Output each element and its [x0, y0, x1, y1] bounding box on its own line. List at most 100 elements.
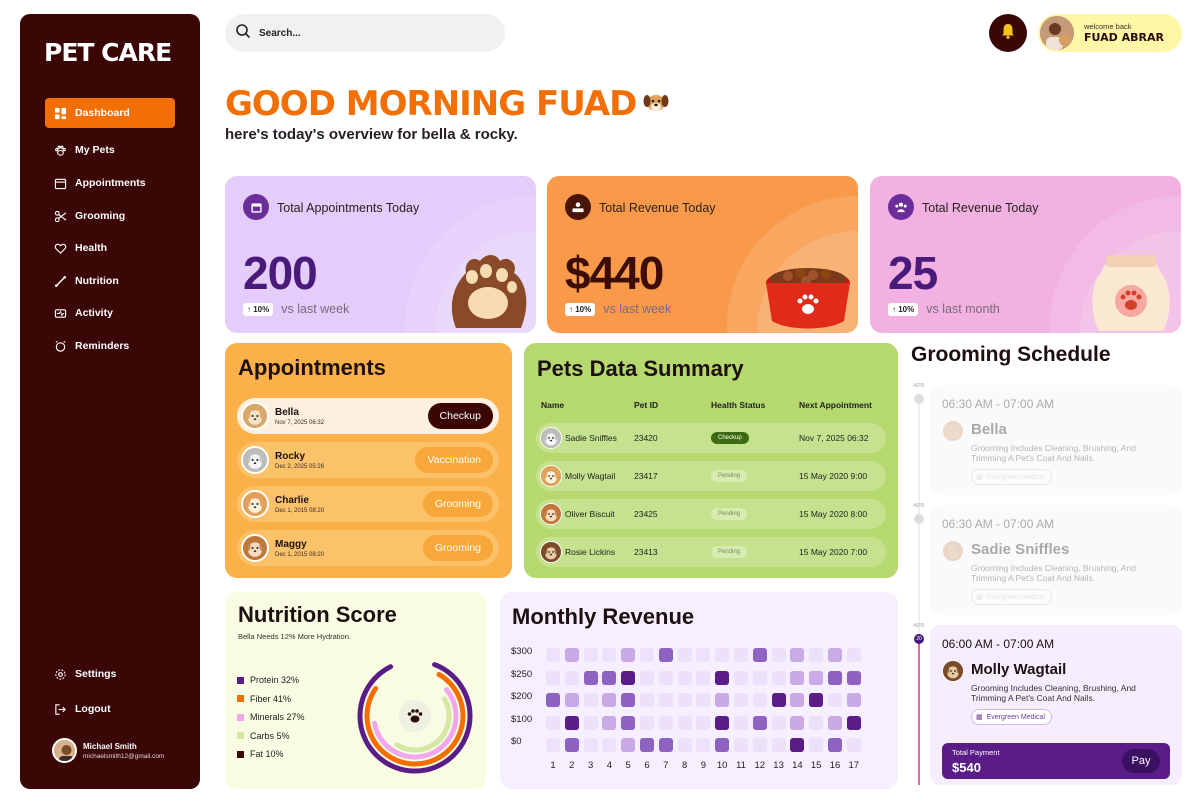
heatmap-cell[interactable] — [715, 648, 730, 662]
heatmap-cell[interactable] — [546, 715, 560, 730]
heatmap-cell[interactable] — [752, 670, 767, 685]
sidebar-item-settings[interactable]: Settings — [45, 659, 175, 689]
heatmap-cell[interactable] — [846, 648, 861, 662]
heatmap-cell[interactable] — [771, 648, 786, 662]
notification-button[interactable] — [989, 14, 1027, 52]
search-bar[interactable] — [225, 14, 505, 52]
heatmap-cell[interactable] — [583, 670, 598, 685]
heatmap-cell[interactable] — [734, 648, 748, 662]
table-row[interactable]: Oliver Biscuit 23425 Pending 15 May 2020 8:… — [536, 499, 886, 529]
heatmap-cell[interactable] — [771, 738, 786, 752]
heatmap-cell[interactable] — [564, 648, 579, 662]
heatmap-cell[interactable] — [583, 715, 598, 730]
heatmap-cell[interactable] — [771, 715, 786, 730]
table-row[interactable]: Molly Wagtail 23417 Pending 15 May 2020 9:0… — [536, 461, 886, 491]
heatmap-cell[interactable] — [771, 670, 786, 685]
heatmap-cell[interactable] — [715, 670, 730, 685]
heatmap-cell[interactable] — [583, 693, 598, 707]
sidebar-item-health[interactable]: Health — [45, 233, 175, 263]
heatmap-cell[interactable] — [846, 715, 861, 730]
heatmap-cell[interactable] — [771, 693, 786, 707]
heatmap-cell[interactable] — [658, 738, 673, 752]
heatmap-cell[interactable] — [809, 648, 824, 662]
appointment-row[interactable]: Bella Nov 7, 2025 06:32 Checkup — [237, 398, 499, 434]
heatmap-cell[interactable] — [677, 670, 692, 685]
heatmap-cell[interactable] — [640, 738, 654, 752]
heatmap-cell[interactable] — [734, 670, 748, 685]
heatmap-cell[interactable] — [752, 648, 767, 662]
user-card[interactable]: Michael Smith michaelsmith12@gmail.com — [52, 738, 164, 763]
heatmap-cell[interactable] — [790, 738, 805, 752]
heatmap-cell[interactable] — [621, 648, 636, 662]
heatmap-cell[interactable] — [696, 670, 711, 685]
heatmap-cell[interactable] — [640, 670, 654, 685]
heatmap-cell[interactable] — [546, 693, 560, 707]
heatmap-cell[interactable] — [677, 715, 692, 730]
heatmap-cell[interactable] — [734, 738, 748, 752]
heatmap-cell[interactable] — [828, 648, 842, 662]
heatmap-cell[interactable] — [696, 693, 711, 707]
heatmap-cell[interactable] — [734, 715, 748, 730]
heatmap-cell[interactable] — [696, 715, 711, 730]
heatmap-cell[interactable] — [583, 738, 598, 752]
sidebar-item-grooming[interactable]: Grooming — [45, 201, 175, 231]
appointment-row[interactable]: Rocky Dec 2, 2025 05:26 Vaccination — [237, 442, 499, 478]
heatmap-cell[interactable] — [602, 670, 617, 685]
sidebar-item-activity[interactable]: Activity — [45, 298, 175, 328]
heatmap-cell[interactable] — [658, 715, 673, 730]
heatmap-cell[interactable] — [752, 693, 767, 707]
heatmap-cell[interactable] — [715, 693, 730, 707]
heatmap-cell[interactable] — [846, 693, 861, 707]
heatmap-cell[interactable] — [621, 738, 636, 752]
heatmap-cell[interactable] — [602, 715, 617, 730]
heatmap-cell[interactable] — [790, 648, 805, 662]
heatmap-cell[interactable] — [696, 648, 711, 662]
heatmap-cell[interactable] — [790, 715, 805, 730]
heatmap-cell[interactable] — [658, 693, 673, 707]
appointment-tag-button[interactable]: Vaccination — [415, 447, 493, 473]
sidebar-item-nutrition[interactable]: Nutrition — [45, 266, 175, 296]
heatmap-cell[interactable] — [846, 670, 861, 685]
appointment-tag-button[interactable]: Checkup — [427, 403, 493, 429]
heatmap-cell[interactable] — [696, 738, 711, 752]
heatmap-cell[interactable] — [715, 715, 730, 730]
heatmap-cell[interactable] — [846, 738, 861, 752]
heatmap-cell[interactable] — [828, 670, 842, 685]
heatmap-cell[interactable] — [790, 670, 805, 685]
table-row[interactable]: Sadie Sniffles 23420 Checkup Nov 7, 2025 06… — [536, 423, 886, 453]
grooming-card[interactable]: 06:00 AM - 07:00 AM Molly Wagtail Grooming… — [930, 625, 1182, 785]
heatmap-cell[interactable] — [828, 715, 842, 730]
table-row[interactable]: Rosie Lickins 23413 Pending 15 May 2020 7:0… — [536, 537, 886, 567]
heatmap-cell[interactable] — [564, 693, 579, 707]
heatmap-cell[interactable] — [828, 738, 842, 752]
heatmap-cell[interactable] — [752, 715, 767, 730]
heatmap-cell[interactable] — [621, 715, 636, 730]
heatmap-cell[interactable] — [790, 693, 805, 707]
heatmap-cell[interactable] — [658, 670, 673, 685]
heatmap-cell[interactable] — [564, 670, 579, 685]
heatmap-cell[interactable] — [809, 715, 824, 730]
heatmap-cell[interactable] — [658, 648, 673, 662]
pay-button[interactable]: Pay — [1122, 749, 1160, 773]
heatmap-cell[interactable] — [602, 738, 617, 752]
heatmap-cell[interactable] — [621, 670, 636, 685]
profile-chip[interactable]: welcome back FUAD ABRAR — [1038, 14, 1182, 52]
heatmap-cell[interactable] — [621, 693, 636, 707]
sidebar-item-logout[interactable]: Logout — [45, 694, 175, 724]
heatmap-cell[interactable] — [677, 648, 692, 662]
heatmap-cell[interactable] — [752, 738, 767, 752]
grooming-card[interactable]: 06:30 AM - 07:00 AM Sadie Sniffles Groomin… — [930, 505, 1182, 615]
heatmap-cell[interactable] — [677, 738, 692, 752]
appointment-tag-button[interactable]: Grooming — [422, 535, 493, 561]
heatmap-cell[interactable] — [677, 693, 692, 707]
heatmap-cell[interactable] — [583, 648, 598, 662]
heatmap-cell[interactable] — [809, 670, 824, 685]
heatmap-cell[interactable] — [640, 715, 654, 730]
appointment-row[interactable]: Maggy Dec 1, 2015 08:20 Grooming — [237, 530, 499, 566]
grooming-card[interactable]: 06:30 AM - 07:00 AM Bella Grooming Include… — [930, 385, 1182, 495]
sidebar-item-my-pets[interactable]: My Pets — [45, 135, 175, 165]
heatmap-cell[interactable] — [640, 693, 654, 707]
heatmap-cell[interactable] — [734, 693, 748, 707]
heatmap-cell[interactable] — [809, 738, 824, 752]
heatmap-cell[interactable] — [564, 738, 579, 752]
